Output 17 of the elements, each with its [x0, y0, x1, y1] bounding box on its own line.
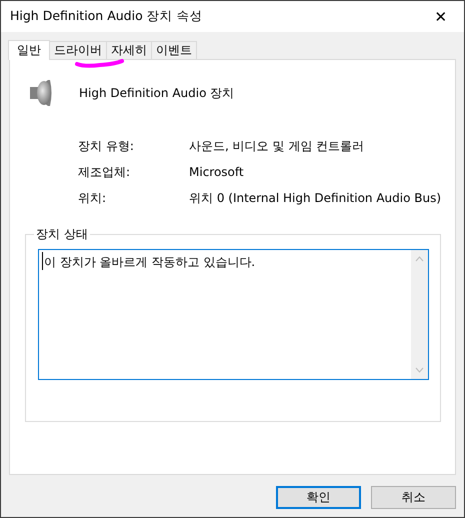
property-label: 장치 유형: — [78, 139, 135, 153]
property-label: 제조업체: — [78, 165, 132, 179]
tab[interactable]: 일반 — [8, 40, 50, 60]
window-title: High Definition Audio 장치 속성 — [10, 8, 203, 25]
ok-button[interactable]: 확인 — [276, 486, 361, 509]
cancel-button[interactable]: 취소 — [371, 486, 456, 509]
close-button[interactable]: ✕ — [418, 1, 464, 32]
tab[interactable]: 드라이버 — [49, 41, 107, 59]
tab[interactable]: 자세히 — [106, 41, 152, 59]
status-text-box[interactable]: 이 장치가 올바르게 작동하고 있습니다. — [38, 249, 429, 380]
property-label: 위치: — [78, 191, 108, 205]
property-value: 사운드, 비디오 및 게임 컨트롤러 — [189, 139, 366, 153]
device-name: High Definition Audio 장치 — [79, 84, 234, 102]
group-title: 장치 상태 — [35, 226, 89, 243]
property-value: Microsoft — [189, 165, 245, 179]
tab[interactable]: 이벤트 — [151, 41, 197, 59]
property-value: 위치 0 (Internal High Definition Audio Bus) — [189, 191, 442, 205]
